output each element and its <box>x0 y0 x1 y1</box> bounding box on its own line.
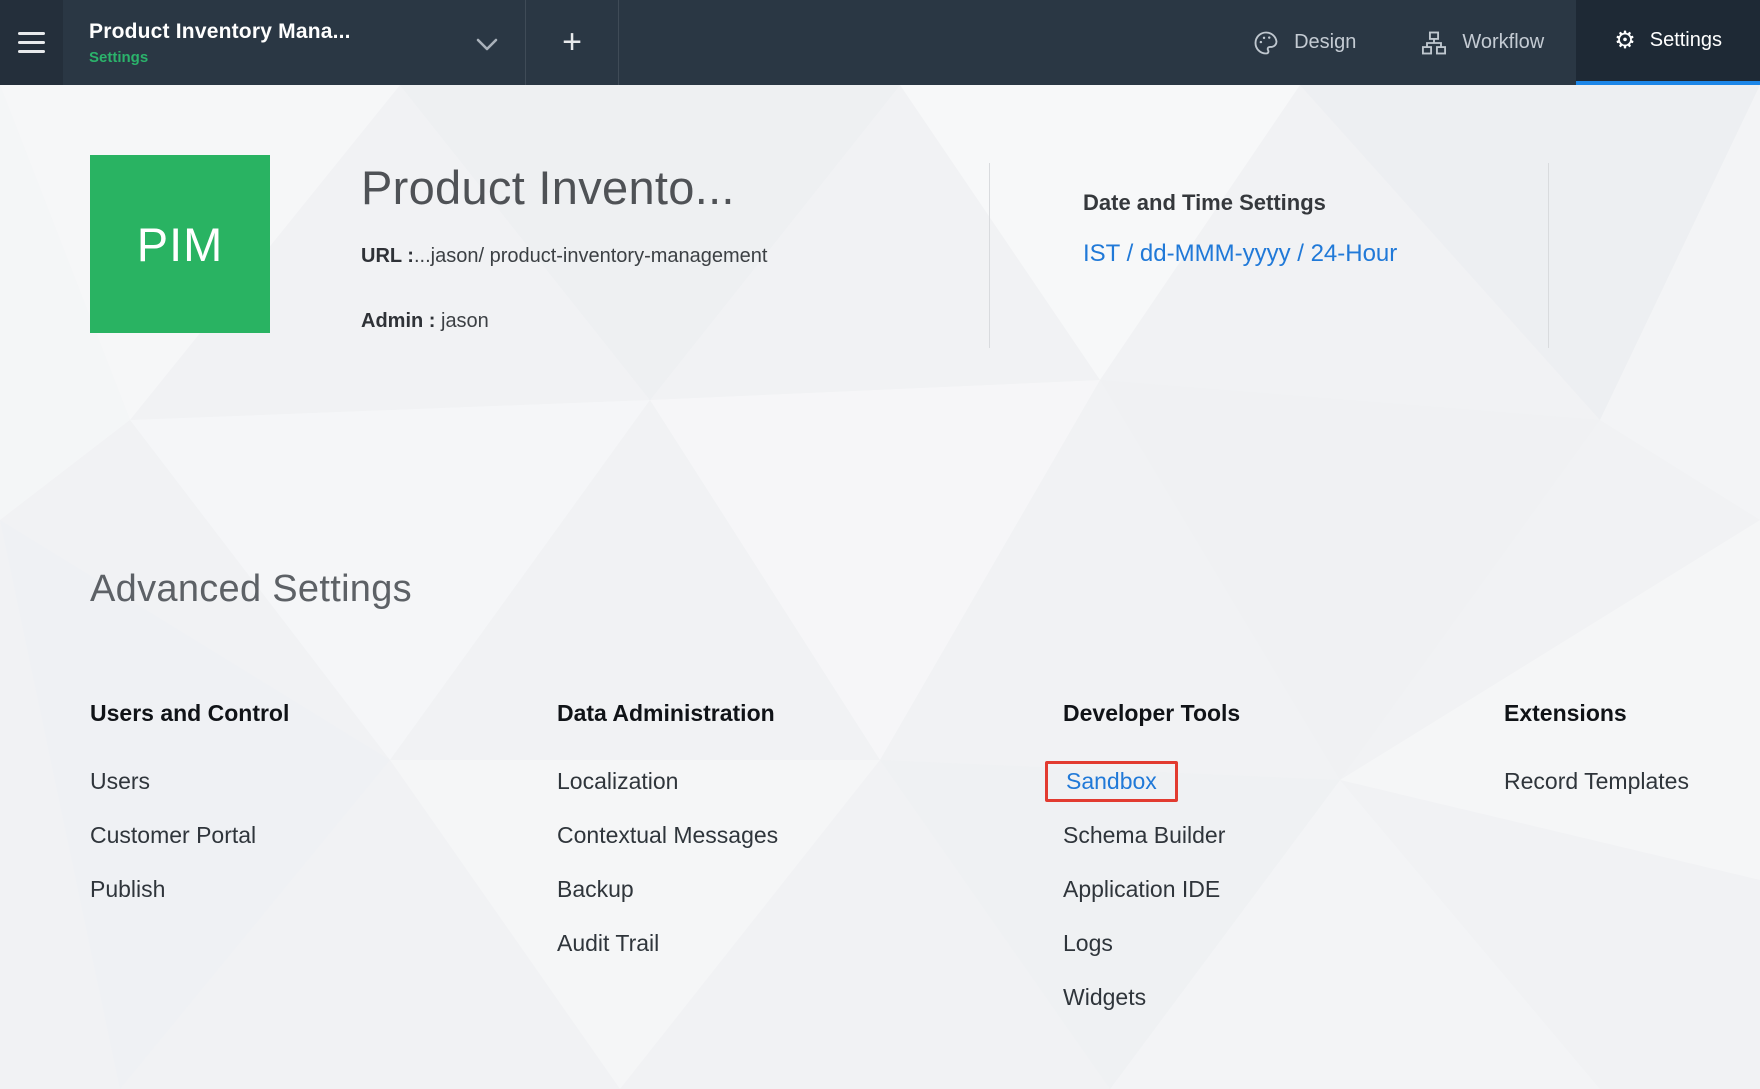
column-users-and-control: Users and Control Users Customer Portal … <box>90 700 450 916</box>
settings-link-localization[interactable]: Localization <box>557 768 678 794</box>
column-title: Users and Control <box>90 700 290 726</box>
tab-settings[interactable]: ⚙ Settings <box>1576 0 1760 85</box>
settings-link-publish[interactable]: Publish <box>90 876 165 902</box>
workflow-icon <box>1422 31 1447 54</box>
tab-design-label: Design <box>1294 31 1357 53</box>
tab-settings-label: Settings <box>1649 29 1722 51</box>
settings-link-schema-builder[interactable]: Schema Builder <box>1063 822 1225 848</box>
list-item: Contextual Messages <box>557 808 987 862</box>
settings-link-backup[interactable]: Backup <box>557 876 634 902</box>
datetime-settings-link[interactable]: IST / dd-MMM-yyyy / 24-Hour <box>1083 240 1397 268</box>
admin-label: Admin : <box>361 310 436 332</box>
hamburger-icon <box>18 32 45 35</box>
app-title: Product Inventory Mana... <box>89 19 351 43</box>
topbar-divider <box>618 0 619 85</box>
topbar: Product Inventory Mana... Settings + Des… <box>0 0 1760 85</box>
tab-workflow-label: Workflow <box>1462 31 1545 53</box>
app-name-heading: Product Invento... <box>361 161 735 214</box>
topbar-tabs: Design Workflow ⚙ Settings <box>1220 0 1760 85</box>
column-extensions: Extensions Record Templates <box>1504 700 1760 808</box>
app-logo: PIM <box>90 155 270 333</box>
plus-icon: + <box>562 23 582 61</box>
settings-link-widgets[interactable]: Widgets <box>1063 984 1146 1010</box>
app-subtitle: Settings <box>89 48 149 66</box>
tab-design[interactable]: Design <box>1220 0 1388 85</box>
settings-link-sandbox[interactable]: Sandbox <box>1066 768 1157 794</box>
list-item: Customer Portal <box>90 808 450 862</box>
settings-link-users[interactable]: Users <box>90 768 150 794</box>
advanced-settings-heading: Advanced Settings <box>90 568 412 610</box>
list-item: Sandbox <box>1045 754 1463 808</box>
app-admin-line: Admin : jason <box>361 310 489 333</box>
chevron-down-icon <box>476 38 498 50</box>
app-switcher[interactable]: Product Inventory Mana... Settings <box>63 0 525 85</box>
datetime-settings-heading: Date and Time Settings <box>1083 190 1326 215</box>
settings-page: Product Inventory Mana... Settings + Des… <box>0 0 1760 1089</box>
list-item: Schema Builder <box>1063 808 1463 862</box>
settings-link-application-ide[interactable]: Application IDE <box>1063 876 1220 902</box>
settings-link-record-templates[interactable]: Record Templates <box>1504 768 1689 794</box>
list-item: Audit Trail <box>557 916 987 970</box>
app-url-line: URL :...jason/ product-inventory-managem… <box>361 245 767 268</box>
column-data-administration: Data Administration Localization Context… <box>557 700 987 970</box>
column-developer-tools: Developer Tools Sandbox Schema Builder A… <box>1045 700 1463 1024</box>
settings-link-logs[interactable]: Logs <box>1063 930 1113 956</box>
settings-link-audit-trail[interactable]: Audit Trail <box>557 930 659 956</box>
column-title: Extensions <box>1504 700 1627 726</box>
list-item: Logs <box>1063 916 1463 970</box>
header-divider <box>989 163 990 348</box>
tab-workflow[interactable]: Workflow <box>1388 0 1576 85</box>
url-label: URL : <box>361 245 414 267</box>
hamburger-menu-button[interactable] <box>0 0 63 85</box>
list-item: Widgets <box>1063 970 1463 1024</box>
highlight-box: Sandbox <box>1045 761 1178 802</box>
url-value: ...jason/ product-inventory-management <box>413 245 768 267</box>
list-item: Backup <box>557 862 987 916</box>
settings-link-contextual-messages[interactable]: Contextual Messages <box>557 822 778 848</box>
column-title: Developer Tools <box>1063 700 1241 726</box>
add-app-button[interactable]: + <box>526 0 618 85</box>
admin-value: jason <box>435 310 489 332</box>
gear-icon: ⚙ <box>1614 26 1636 54</box>
list-item: Localization <box>557 754 987 808</box>
list-item: Publish <box>90 862 450 916</box>
header-divider <box>1548 163 1549 348</box>
list-item: Application IDE <box>1063 862 1463 916</box>
app-logo-text: PIM <box>136 217 224 271</box>
column-title: Data Administration <box>557 700 775 726</box>
list-item: Users <box>90 754 450 808</box>
settings-link-customer-portal[interactable]: Customer Portal <box>90 822 256 848</box>
design-icon <box>1254 31 1278 54</box>
list-item: Record Templates <box>1504 754 1760 808</box>
